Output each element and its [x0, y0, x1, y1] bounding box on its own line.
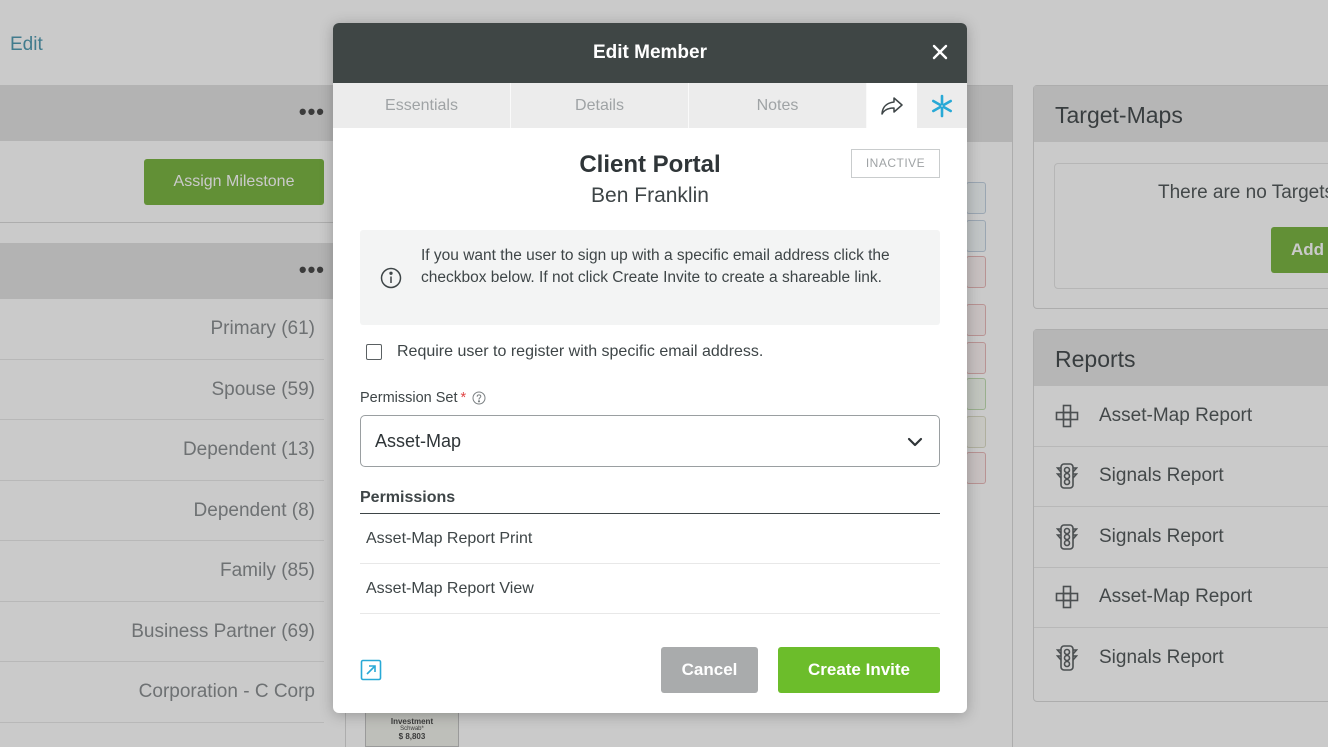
- info-icon: [380, 267, 402, 289]
- tab-notes[interactable]: Notes: [689, 83, 867, 128]
- register-email-option[interactable]: Require user to register with specific e…: [366, 343, 763, 361]
- register-email-checkbox[interactable]: [366, 344, 382, 360]
- help-icon[interactable]: [472, 391, 486, 405]
- permissions-list: Asset-Map Report Print Asset-Map Report …: [360, 514, 940, 614]
- create-invite-button[interactable]: Create Invite: [778, 647, 940, 693]
- permission-set-value: Asset-Map: [375, 431, 462, 451]
- external-link-icon[interactable]: [360, 659, 382, 681]
- permission-set-select[interactable]: Asset-Map: [360, 415, 940, 467]
- share-icon[interactable]: [867, 83, 917, 128]
- modal-header: Edit Member: [333, 23, 967, 83]
- info-callout: If you want the user to sign up with a s…: [360, 230, 940, 325]
- tab-details[interactable]: Details: [511, 83, 689, 128]
- info-text: If you want the user to sign up with a s…: [421, 247, 890, 286]
- edit-member-modal: Edit Member Essentials Details Notes Cli…: [333, 23, 967, 713]
- chevron-down-icon: [907, 434, 923, 450]
- permission-item: Asset-Map Report View: [360, 564, 940, 614]
- modal-tabs: Essentials Details Notes: [333, 83, 967, 128]
- required-indicator: *: [460, 390, 467, 406]
- status-badge: INACTIVE: [851, 149, 940, 178]
- cancel-button[interactable]: Cancel: [661, 647, 758, 693]
- tab-essentials[interactable]: Essentials: [333, 83, 511, 128]
- permission-set-label-text: Permission Set: [360, 390, 458, 406]
- permission-item: Asset-Map Report Print: [360, 514, 940, 564]
- close-icon[interactable]: [927, 39, 953, 65]
- member-name: Ben Franklin: [591, 184, 709, 207]
- permission-set-label: Permission Set *: [360, 390, 486, 406]
- asterisk-icon[interactable]: [917, 83, 967, 128]
- register-email-label[interactable]: Require user to register with specific e…: [397, 343, 763, 361]
- modal-title: Edit Member: [592, 42, 708, 63]
- permissions-heading: Permissions: [360, 489, 940, 514]
